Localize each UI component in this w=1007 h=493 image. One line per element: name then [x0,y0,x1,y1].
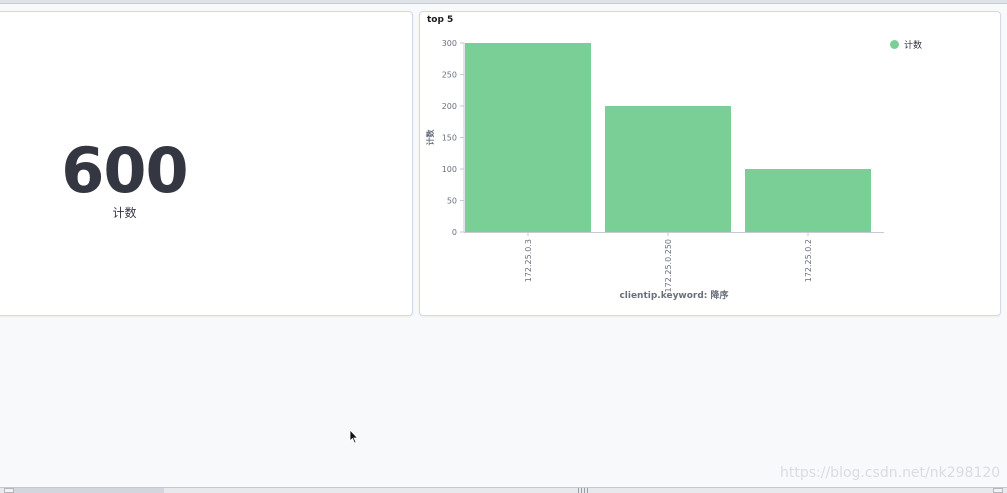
x-tick-label: 172.25.0.2 [804,239,813,282]
bar-chart-panel: top 5 0 50 100 150 200 250 300 172.25.0.3 172.25… [419,11,1001,316]
legend-label: 计数 [904,41,923,51]
scroll-left-icon[interactable] [4,488,14,493]
metric-value: 600 [61,134,188,207]
metric-label: 计数 [112,206,137,220]
scroll-right-icon[interactable] [993,488,1003,493]
y-tick-label: 100 [442,165,457,174]
metric-panel: 600 计数 [0,11,413,316]
legend-item[interactable]: 计数 [890,38,922,51]
bar[interactable] [745,169,871,232]
x-axis-title: clientip.keyword: 降序 [619,289,728,301]
y-tick-label: 200 [442,102,457,111]
y-tick-label: 300 [442,39,457,48]
bar[interactable] [605,106,731,232]
horizontal-scrollbar[interactable] [0,487,1007,493]
bar-chart: 0 50 100 150 200 250 300 172.25.0.3 172.25.0.250… [425,39,884,301]
x-tick-label: 172.25.0.3 [524,239,533,282]
x-tick-label: 172.25.0.250 [664,239,673,292]
watermark: https://blog.csdn.net/nk298120 [780,465,1001,481]
y-axis-title: 计数 [425,129,435,146]
scrollbar-thumb[interactable] [14,488,164,493]
mouse-pointer-icon [349,429,359,444]
legend-swatch-icon [890,40,899,49]
bar[interactable] [465,43,591,232]
top-border [0,0,1007,4]
y-tick-label: 250 [442,71,457,80]
scrollbar-grip-icon [578,488,590,493]
y-tick-label: 50 [447,197,457,206]
y-tick-label: 0 [452,228,457,237]
y-tick-label: 150 [442,134,457,143]
